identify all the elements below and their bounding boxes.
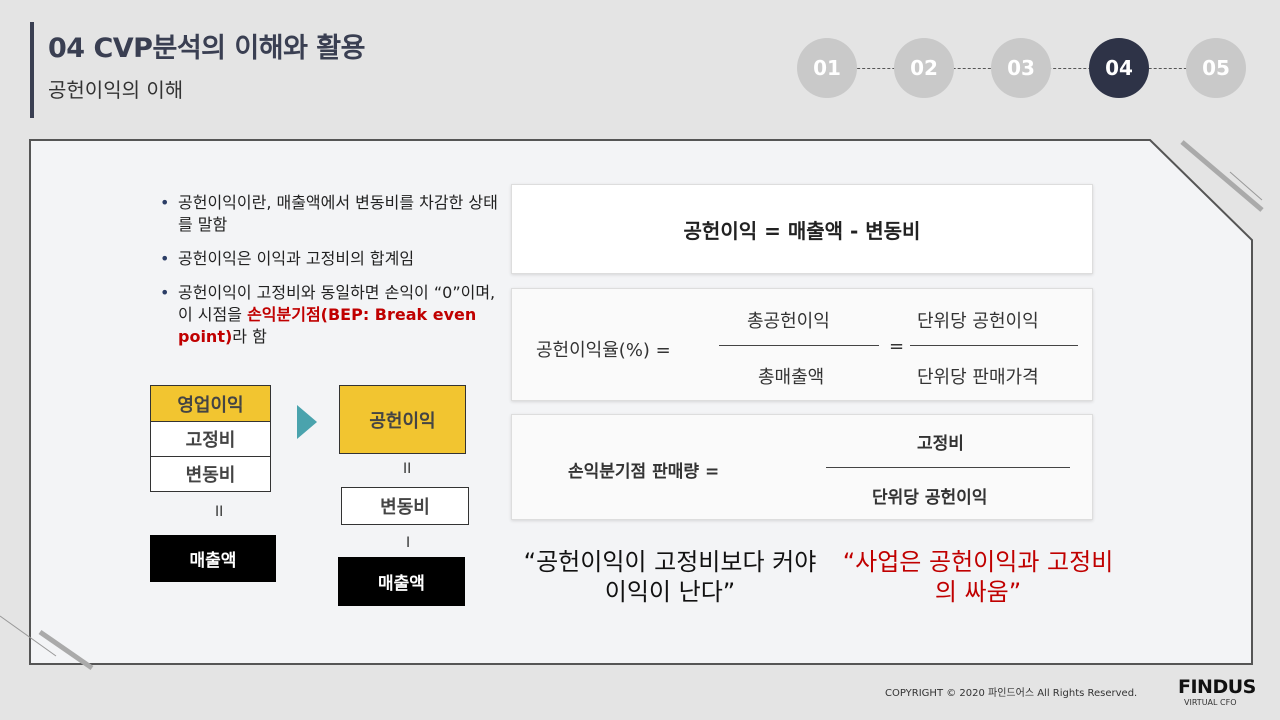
- unit-denominator: 단위당 판매가격: [917, 367, 1039, 388]
- bullet-3: 공헌이익이 고정비와 동일하면 손익이 “0”이며, 이 시점을 손익분기점(B…: [160, 282, 500, 348]
- left-sales-box: 매출액: [150, 535, 276, 582]
- arrow-right-icon: [297, 405, 317, 439]
- ratio-numerator: 총공헌이익: [747, 311, 830, 332]
- copyright-text: COPYRIGHT © 2020 파인드어스 All Rights Reserv…: [885, 688, 1138, 699]
- unit-fraction-line: [910, 345, 1078, 346]
- variable-cost-box: 변동비: [150, 456, 271, 492]
- unit-numerator: 단위당 공헌이익: [917, 311, 1039, 332]
- contribution-margin-box: 공헌이익: [339, 385, 466, 454]
- contribution-ratio-card: 공헌이익율(%) = 총공헌이익 총매출액 = 단위당 공헌이익 단위당 판매가…: [511, 288, 1093, 401]
- ratio-equals: =: [889, 336, 905, 357]
- fixed-cost-box: 고정비: [150, 421, 271, 457]
- bep-label: 손익분기점 판매량 =: [568, 462, 720, 482]
- quote-business: “사업은 공헌이익과 고정비의 싸움”: [842, 548, 1114, 606]
- bullet-1: 공헌이익이란, 매출액에서 변동비를 차감한 상태를 말함: [160, 192, 500, 236]
- findus-logo: FINDUS: [1178, 676, 1256, 698]
- bep-fraction-line: [826, 467, 1070, 468]
- ratio-label: 공헌이익율(%) =: [536, 340, 671, 361]
- ratio-denominator: 총매출액: [758, 367, 825, 388]
- logo-tagline: VIRTUAL CFO: [1184, 698, 1237, 707]
- contribution-formula-card: 공헌이익 = 매출액 - 변동비: [511, 184, 1093, 274]
- ratio-fraction-line: [719, 345, 879, 346]
- bep-numerator: 고정비: [917, 434, 964, 454]
- operating-profit-box: 영업이익: [150, 385, 271, 422]
- right-variable-cost-box: 변동비: [341, 487, 469, 525]
- bep-denominator: 단위당 공헌이익: [872, 488, 988, 508]
- bullet-list: 공헌이익이란, 매출액에서 변동비를 차감한 상태를 말함 공헌이익은 이익과 …: [160, 192, 500, 360]
- right-sales-box: 매출액: [338, 557, 465, 606]
- bep-formula-card: 손익분기점 판매량 = 고정비 단위당 공헌이익: [511, 414, 1093, 520]
- left-equals-sign: II: [215, 504, 224, 520]
- quote-profit: “공헌이익이 고정비보다 커야 이익이 난다”: [523, 548, 817, 606]
- right-equals-sign: II: [403, 461, 412, 477]
- bullet-2: 공헌이익은 이익과 고정비의 합계임: [160, 248, 500, 270]
- minus-sign: I: [406, 535, 411, 551]
